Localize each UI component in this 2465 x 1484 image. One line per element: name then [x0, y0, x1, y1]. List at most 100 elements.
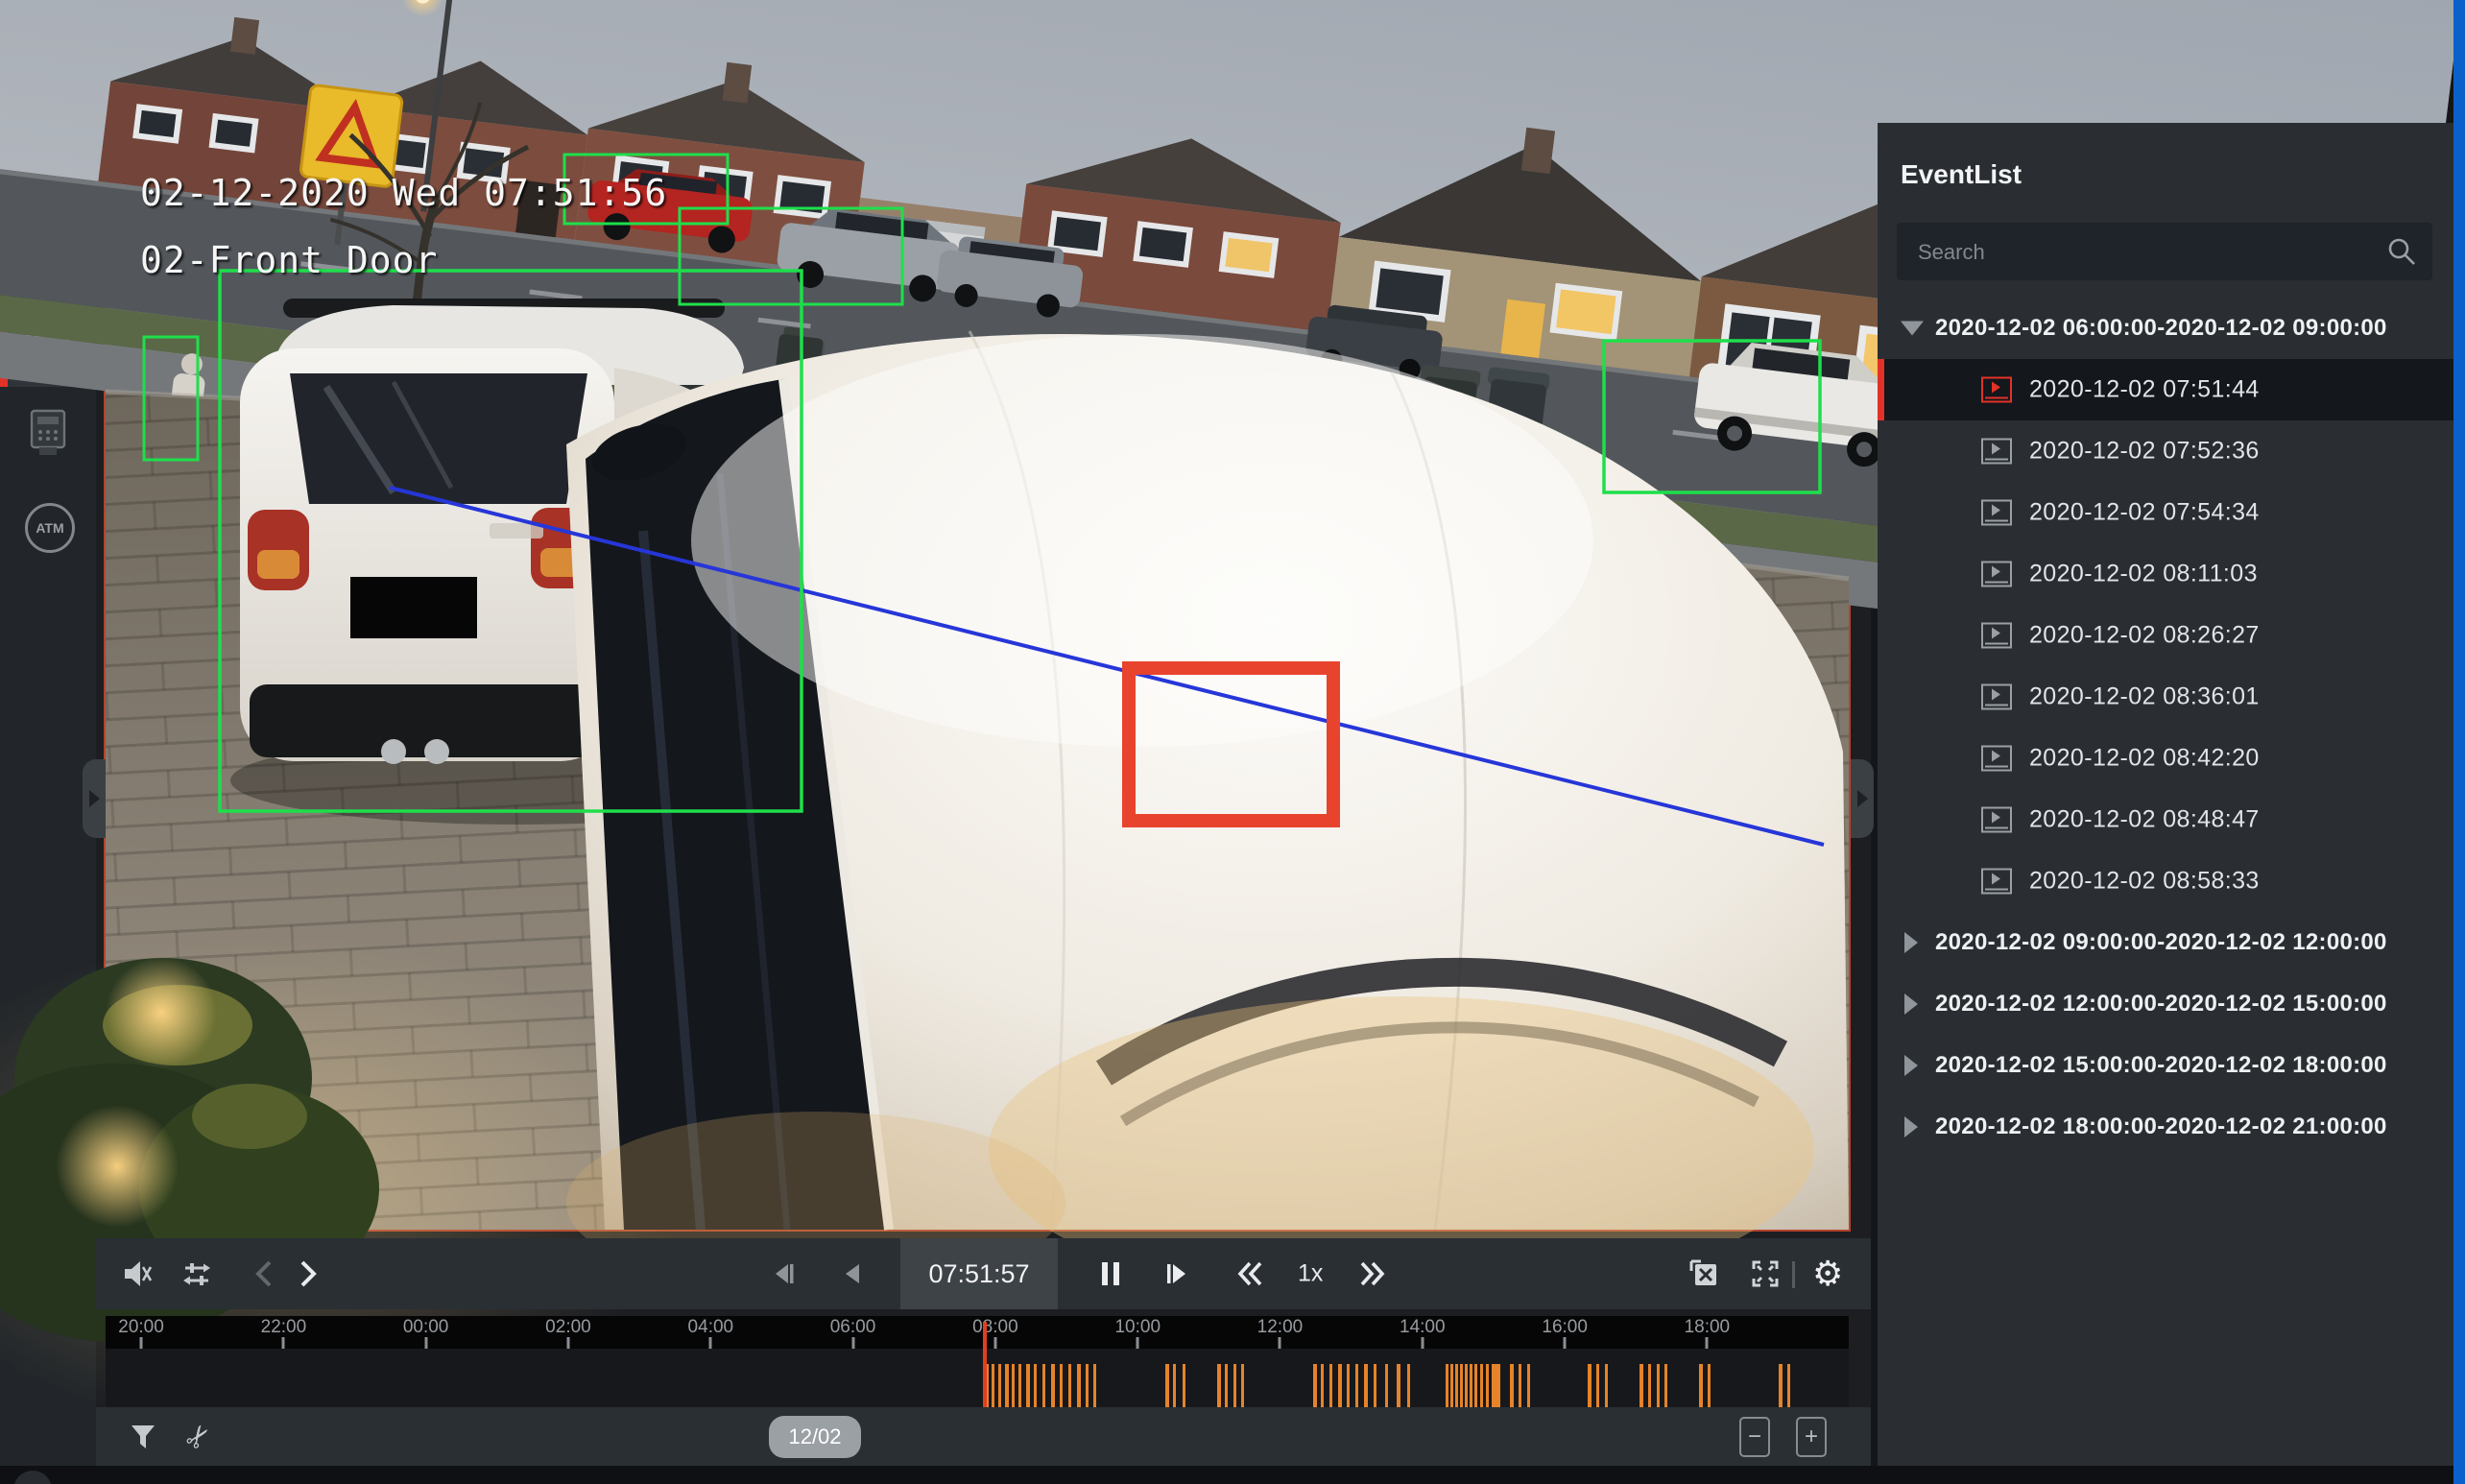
event-item-row[interactable]: 2020-12-02 08:58:33 [1878, 850, 2453, 912]
timeline-playhead[interactable] [982, 1322, 987, 1407]
recording-mark [992, 1364, 995, 1407]
timeline-zoom-in-button[interactable]: + [1796, 1417, 1827, 1457]
fullscreen-button[interactable] [1749, 1257, 1782, 1290]
clip-video-button[interactable]: ✂ [178, 1417, 220, 1456]
recording-mark [1172, 1364, 1176, 1407]
timeline-strip[interactable] [106, 1322, 1849, 1407]
step-back-button[interactable] [768, 1258, 799, 1289]
step-forward-button[interactable] [1161, 1258, 1192, 1289]
recording-mark [1509, 1364, 1514, 1407]
video-clip-icon [1981, 683, 2012, 710]
timeline-labels[interactable]: 20:00 22:00 00:00 02:00 04:00 06:00 08:00 10:00… [106, 1316, 1849, 1349]
timeline-tick [1278, 1337, 1281, 1349]
recording-mark [1034, 1364, 1038, 1407]
mute-audio-button[interactable] [121, 1257, 154, 1290]
recording-mark [1473, 1364, 1477, 1407]
event-item-row[interactable]: 2020-12-02 07:51:44 [1878, 359, 2453, 420]
recording-mark [1164, 1364, 1169, 1407]
video-display-area[interactable]: 02-12-2020 Wed 07:51:56 02-Front Door [0, 0, 2465, 1433]
event-group-row[interactable]: 2020-12-02 15:00:00-2020-12-02 18:00:00 [1878, 1035, 2453, 1096]
atm-label: ATM [36, 520, 64, 536]
event-panel: EventList 2020-12-02 06:00:00-2020-12-02… [1878, 123, 2453, 1466]
event-item-row[interactable]: 2020-12-02 08:36:01 [1878, 666, 2453, 728]
timeline-tick [1705, 1337, 1709, 1349]
settings-gear-icon[interactable]: ⚙ [1812, 1257, 1843, 1291]
collapse-right-panel-handle[interactable] [1851, 759, 1874, 838]
recording-mark [1657, 1364, 1661, 1407]
recording-mark [1373, 1364, 1376, 1407]
event-item-row[interactable]: 2020-12-02 08:48:47 [1878, 789, 2453, 850]
event-item-row[interactable]: 2020-12-02 08:11:03 [1878, 543, 2453, 605]
event-item-row[interactable]: 2020-12-02 08:42:20 [1878, 728, 2453, 789]
recording-mark [1384, 1364, 1388, 1407]
timeline-tick [1136, 1337, 1139, 1349]
expand-triangle-icon[interactable] [1904, 1116, 1918, 1137]
timeline-tick [139, 1337, 143, 1349]
recording-mark [1320, 1364, 1324, 1407]
timeline-tick-label: 08:00 [972, 1317, 1018, 1337]
filter-events-button[interactable] [129, 1422, 157, 1452]
expand-triangle-icon[interactable] [1904, 932, 1918, 953]
recording-mark [1312, 1364, 1317, 1407]
speed-up-button[interactable] [1355, 1257, 1388, 1290]
event-group-row[interactable]: 2020-12-02 06:00:00-2020-12-02 09:00:00 [1878, 298, 2453, 359]
video-clip-icon [1981, 868, 2012, 895]
event-group-row[interactable]: 2020-12-02 09:00:00-2020-12-02 12:00:00 [1878, 912, 2453, 973]
frame-back-button[interactable] [837, 1258, 868, 1289]
recording-mark [1018, 1364, 1022, 1407]
sidebar-item-atm[interactable]: ATM [25, 503, 75, 553]
recording-mark [1396, 1364, 1400, 1407]
event-row-label: 2020-12-02 07:54:34 [2029, 498, 2260, 526]
event-row-label: 2020-12-02 07:52:36 [2029, 437, 2260, 465]
recording-mark [1479, 1364, 1483, 1407]
recording-mark [1454, 1364, 1458, 1407]
event-row-label: 2020-12-02 08:11:03 [2029, 560, 2258, 587]
recording-mark [1450, 1364, 1454, 1407]
recording-mark [1604, 1364, 1608, 1407]
event-panel-title: EventList [1901, 159, 2022, 189]
timeline-zoom-out-button[interactable]: − [1739, 1417, 1770, 1457]
event-row-label: 2020-12-02 06:00:00-2020-12-02 09:00:00 [1935, 315, 2387, 341]
recording-mark [1647, 1364, 1651, 1407]
event-item-row[interactable]: 2020-12-02 07:54:34 [1878, 482, 2453, 543]
close-all-playback-button[interactable] [1687, 1257, 1722, 1290]
recording-mark [1092, 1364, 1096, 1407]
previous-camera-button[interactable] [251, 1257, 276, 1290]
recording-mark [1407, 1364, 1410, 1407]
expand-triangle-icon[interactable] [1904, 993, 1918, 1015]
current-time-display: 07:51:57 [900, 1238, 1058, 1309]
event-group-row[interactable]: 2020-12-02 18:00:00-2020-12-02 21:00:00 [1878, 1096, 2453, 1158]
search-input[interactable] [1916, 223, 2361, 282]
window-edge-accent [2453, 0, 2465, 1484]
recording-mark [1699, 1364, 1703, 1407]
recording-mark [1460, 1364, 1464, 1407]
event-row-label: 2020-12-02 07:51:44 [2029, 375, 2260, 403]
event-group-row[interactable]: 2020-12-02 12:00:00-2020-12-02 15:00:00 [1878, 973, 2453, 1035]
recording-mark [1664, 1364, 1668, 1407]
collapse-triangle-icon[interactable] [1901, 321, 1924, 336]
sidebar-item-device[interactable] [26, 409, 70, 459]
event-item-row[interactable]: 2020-12-02 07:52:36 [1878, 420, 2453, 482]
recording-mark [1708, 1364, 1711, 1407]
collapse-left-panel-handle[interactable] [83, 759, 106, 838]
speed-down-button[interactable] [1234, 1257, 1267, 1290]
date-badge[interactable]: 12/02 [769, 1416, 861, 1458]
event-item-row[interactable]: 2020-12-02 08:26:27 [1878, 605, 2453, 666]
expand-triangle-icon[interactable] [1904, 1055, 1918, 1076]
ivms-app-window: iVMS-4200 Not Logged in [0, 0, 2465, 1484]
event-row-label: 2020-12-02 15:00:00-2020-12-02 18:00:00 [1935, 1052, 2387, 1078]
event-row-label: 2020-12-02 18:00:00-2020-12-02 21:00:00 [1935, 1113, 2387, 1139]
recording-mark [1329, 1364, 1332, 1407]
recording-mark [1232, 1364, 1236, 1407]
search-icon[interactable] [2386, 236, 2417, 267]
recording-mark [1050, 1364, 1055, 1407]
timeline-tick [1563, 1337, 1567, 1349]
pause-button[interactable] [1096, 1258, 1125, 1289]
stream-settings-button[interactable] [180, 1257, 213, 1290]
recording-mark [1011, 1364, 1015, 1407]
next-camera-button[interactable] [296, 1257, 321, 1290]
controlbar-separator [1792, 1261, 1795, 1288]
event-row-label: 2020-12-02 08:42:20 [2029, 744, 2260, 772]
chevron-right-icon [88, 790, 100, 807]
timeline-tick-label: 12:00 [1256, 1317, 1304, 1337]
